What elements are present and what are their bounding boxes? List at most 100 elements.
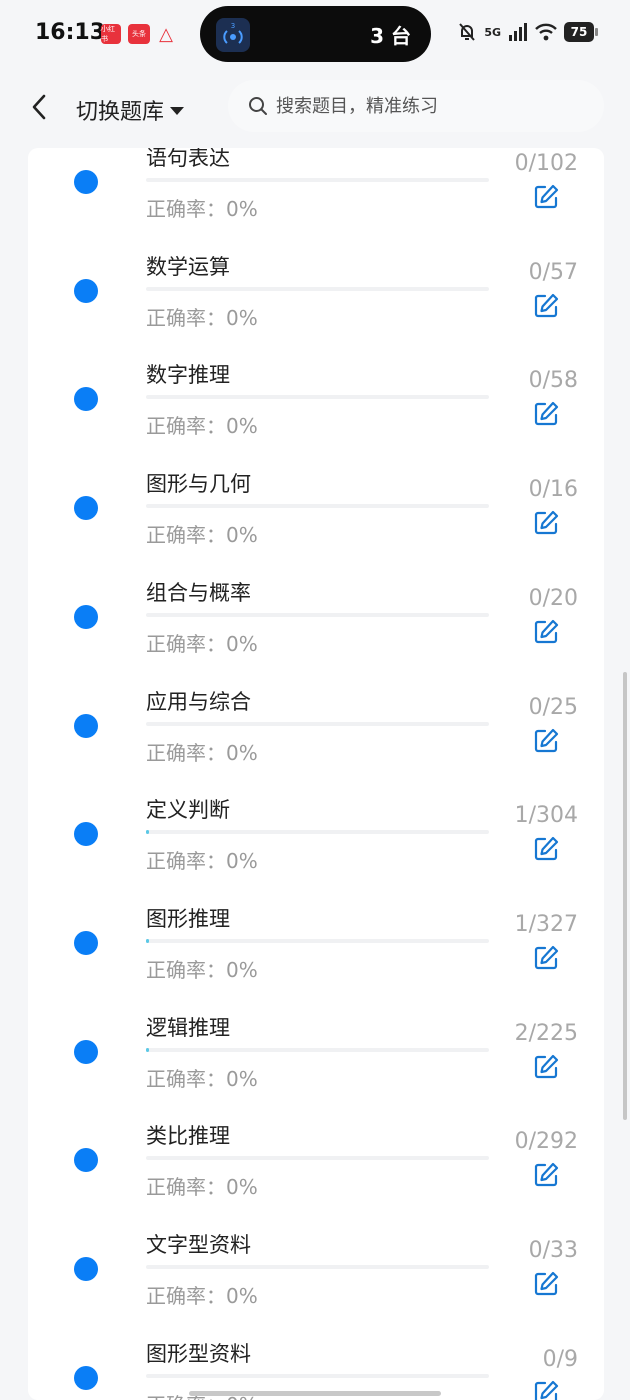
accuracy-text: 正确率：0% <box>146 305 258 330</box>
bullet-dot <box>74 387 98 412</box>
list-item[interactable]: 定义判断 正确率：0% 1/304 <box>28 790 604 899</box>
bell-muted-icon <box>459 23 476 41</box>
scrollbar[interactable] <box>623 672 627 1120</box>
list-item[interactable]: 应用与综合 正确率：0% 0/25 <box>28 682 604 791</box>
category-name: 图形与几何 <box>146 472 251 497</box>
list-item[interactable]: 组合与概率 正确率：0% 0/20 <box>28 573 604 682</box>
question-count: 0/16 <box>528 477 578 503</box>
practice-button[interactable] <box>532 1161 560 1189</box>
status-time: 16:13 <box>35 20 106 45</box>
category-name: 图形型资料 <box>146 1341 251 1366</box>
progress-track <box>146 504 489 509</box>
list-item[interactable]: 文字型资料 正确率：0% 0/33 <box>28 1225 604 1334</box>
caret-down-icon <box>170 107 185 115</box>
category-name: 图形推理 <box>146 906 230 931</box>
switch-question-bank-dropdown[interactable]: 切换题库 <box>76 94 185 126</box>
search-icon <box>249 97 267 115</box>
practice-button[interactable] <box>532 509 560 537</box>
status-bar: 16:13 小红书 头条 △ 3 3 台 5G 75 <box>0 0 630 68</box>
question-count: 2/225 <box>514 1020 578 1046</box>
category-name: 应用与综合 <box>146 689 251 714</box>
question-count: 0/102 <box>514 151 578 176</box>
practice-button[interactable] <box>532 727 560 755</box>
edit-icon <box>534 293 559 317</box>
progress-fill <box>146 938 149 943</box>
edit-icon <box>534 945 559 969</box>
network-type: 5G <box>484 25 501 39</box>
progress-track <box>146 938 489 943</box>
broadcast-icon: 3 <box>216 18 250 52</box>
dynamic-island[interactable]: 3 3 台 <box>200 6 431 62</box>
accuracy-text: 正确率：0% <box>146 957 258 982</box>
edit-icon <box>534 1380 559 1400</box>
bullet-dot <box>74 604 98 629</box>
progress-track <box>146 178 489 182</box>
switch-question-bank-label: 切换题库 <box>76 100 165 125</box>
list-item[interactable]: 数学运算 正确率：0% 0/57 <box>28 247 604 356</box>
accuracy-text: 正确率：0% <box>146 523 258 548</box>
progress-track <box>146 612 489 617</box>
status-icons: 5G 75 <box>457 22 598 42</box>
edit-icon <box>534 619 559 643</box>
question-count: 0/292 <box>514 1129 578 1155</box>
list-item[interactable]: 图形推理正确率：0% 1/327 <box>28 899 604 1008</box>
accuracy-text: 正确率：0% <box>146 1066 258 1091</box>
edit-icon <box>534 728 559 752</box>
triangle-app-icon: △ <box>159 23 173 45</box>
progress-track <box>146 1047 489 1052</box>
practice-button[interactable] <box>532 183 560 211</box>
back-button[interactable] <box>28 92 52 122</box>
edit-icon <box>534 402 559 426</box>
accuracy-text: 正确率：0% <box>146 631 258 656</box>
home-indicator[interactable] <box>189 1391 441 1396</box>
bullet-dot <box>74 170 98 194</box>
edit-icon <box>534 184 559 209</box>
bullet-dot <box>74 930 98 955</box>
search-input[interactable] <box>274 94 578 118</box>
list-item[interactable]: 类比推理正确率：0% 0/292 <box>28 1116 604 1225</box>
accuracy-text: 正确率：0% <box>146 1284 258 1308</box>
question-count: 0/57 <box>528 259 578 285</box>
bullet-dot <box>74 822 98 847</box>
signal-icon <box>509 23 527 41</box>
edit-icon <box>534 837 559 861</box>
progress-track <box>146 830 489 835</box>
practice-button[interactable] <box>532 400 560 428</box>
practice-button[interactable] <box>532 292 560 320</box>
practice-button[interactable] <box>532 1270 560 1298</box>
chevron-left-icon <box>32 94 46 120</box>
svg-text:3: 3 <box>231 22 235 30</box>
category-list: 语句表达 正确率：0% 0/102 数学运算 正确率：0% 0/57 数字推理 正确率：0% 0… <box>28 148 604 1400</box>
search-bar[interactable] <box>228 80 604 132</box>
practice-button[interactable] <box>532 944 560 972</box>
list-item[interactable]: 图形与几何正确率：0% 0/16 <box>28 464 604 573</box>
edit-icon <box>534 510 559 535</box>
accuracy-text: 正确率：0% <box>146 1175 258 1200</box>
accuracy-text: 正确率：0% <box>146 849 258 874</box>
island-device-count: 3 台 <box>370 24 411 48</box>
accuracy-text: 正确率：0% <box>146 197 258 221</box>
practice-button[interactable] <box>532 618 560 646</box>
edit-icon <box>534 1054 559 1078</box>
bullet-dot <box>74 1257 98 1281</box>
category-name: 类比推理 <box>146 1124 230 1149</box>
list-item[interactable]: 数字推理 正确率：0% 0/58 <box>28 355 604 464</box>
edit-icon <box>534 1271 559 1296</box>
list-item[interactable]: 语句表达 正确率：0% 0/102 <box>28 148 604 247</box>
progress-track <box>146 721 489 726</box>
practice-button[interactable] <box>532 835 560 863</box>
practice-button[interactable] <box>532 1053 560 1081</box>
bullet-dot <box>74 278 98 303</box>
list-item[interactable]: 逻辑推理 正确率：0% 2/225 <box>28 1008 604 1117</box>
progress-track <box>146 395 489 400</box>
progress-fill <box>146 830 149 835</box>
toutiao-app-icon: 头条 <box>128 24 150 44</box>
bullet-dot <box>74 1039 98 1064</box>
question-count: 1/327 <box>514 911 578 937</box>
bullet-dot <box>74 1148 98 1173</box>
practice-button[interactable] <box>532 1379 560 1400</box>
question-count: 0/9 <box>542 1346 578 1372</box>
progress-track <box>146 1156 489 1161</box>
question-count: 0/58 <box>528 368 578 394</box>
category-name: 数字推理 <box>146 363 230 388</box>
